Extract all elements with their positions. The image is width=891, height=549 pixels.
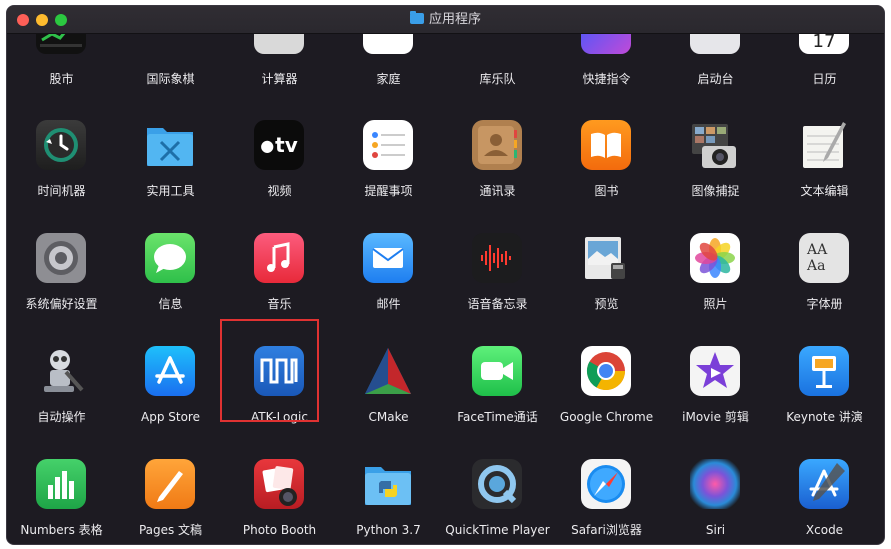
app-garageband[interactable]: 库乐队 (443, 12, 552, 134)
app-row: 时间机器 实用工具 ● tv 视频 提醒事项 通讯录 图书 图像捕捉 文本编辑 (7, 120, 884, 220)
automator-robot-icon (36, 346, 86, 396)
app-font-book[interactable]: AA Aa 字体册 (770, 233, 879, 333)
app-safari[interactable]: Safari浏览器 (552, 459, 661, 544)
title-bar: 应用程序 (7, 6, 884, 34)
app-python[interactable]: Python 3.7 (334, 459, 443, 544)
app-mail[interactable]: 邮件 (334, 233, 443, 333)
app-launchpad[interactable]: 启动台 (661, 10, 770, 134)
app-cmake[interactable]: CMake (334, 346, 443, 446)
atk-logic-icon (254, 346, 304, 396)
app-row: 股市 国际象棋 计算器 家庭 库乐队 快捷指令 启动台 17 日历 (7, 10, 884, 134)
safari-compass-icon (581, 459, 631, 509)
app-photo-booth[interactable]: Photo Booth (225, 459, 334, 544)
folder-icon (409, 11, 424, 24)
app-keynote[interactable]: Keynote 讲演 (770, 346, 879, 446)
app-label: 日历 (812, 72, 837, 86)
voice-memos-icon (472, 233, 522, 283)
app-row: Numbers 表格 Pages 文稿 Photo Booth Python 3… (7, 459, 884, 544)
app-textedit[interactable]: 文本编辑 (770, 120, 879, 220)
app-quicktime[interactable]: QuickTime Player (443, 459, 552, 544)
app-reminders[interactable]: 提醒事项 (334, 120, 443, 220)
system-preferences-gear-icon (36, 233, 86, 283)
contacts-icon (472, 120, 522, 170)
app-time-machine[interactable]: 时间机器 (7, 120, 116, 220)
font-book-text: AA Aa (807, 242, 828, 274)
finder-window: 应用程序 股市 国际象棋 计算器 家庭 库乐队 快捷指令 启动台 17 日历 时… (6, 5, 885, 545)
app-preview[interactable]: 预览 (552, 233, 661, 333)
python-folder-icon (363, 459, 413, 509)
numbers-icon (36, 459, 86, 509)
app-row: 自动操作 App Store ATK-Logic CMake FaceTime通… (7, 319, 884, 446)
time-machine-icon (36, 120, 86, 170)
imovie-icon (690, 346, 740, 396)
app-imovie[interactable]: iMovie 剪辑 (661, 346, 770, 446)
quicktime-icon (472, 459, 522, 509)
photo-booth-icon (254, 459, 304, 509)
cmake-icon (363, 346, 413, 396)
app-contacts[interactable]: 通讯录 (443, 120, 552, 220)
window-title-text: 应用程序 (428, 12, 481, 27)
facetime-icon (472, 346, 522, 396)
app-image-capture[interactable]: 图像捕捉 (661, 120, 770, 220)
messages-icon (145, 233, 195, 283)
app-automator[interactable]: 自动操作 (7, 346, 116, 446)
app-google-chrome[interactable]: Google Chrome (552, 346, 661, 446)
tv-icon: ● tv (254, 120, 304, 170)
tv-text: tv (275, 133, 298, 157)
app-chess[interactable]: 国际象棋 (116, 20, 225, 134)
app-calendar[interactable]: 17 日历 (770, 10, 879, 134)
app-voice-memos[interactable]: 语音备忘录 (443, 233, 552, 333)
siri-icon (690, 459, 740, 509)
books-icon (581, 120, 631, 170)
app-music[interactable]: 音乐 (225, 233, 334, 333)
app-facetime[interactable]: FaceTime通话 (443, 346, 552, 446)
app-shortcuts[interactable]: 快捷指令 (552, 10, 661, 134)
app-label: 字体册 (806, 297, 843, 311)
app-messages[interactable]: 信息 (116, 233, 225, 333)
app-photos[interactable]: 照片 (661, 233, 770, 333)
font-book-icon: AA Aa (799, 233, 849, 283)
photos-icon (690, 233, 740, 283)
app-atk-logic[interactable]: ATK-Logic (220, 319, 334, 446)
app-numbers[interactable]: Numbers 表格 (7, 459, 116, 544)
app-calculator[interactable]: 计算器 (225, 10, 334, 134)
app-label: Xcode (805, 523, 844, 537)
app-books[interactable]: 图书 (552, 120, 661, 220)
music-icon (254, 233, 304, 283)
apple-logo-icon: ● (260, 135, 275, 155)
utilities-folder-icon (145, 120, 195, 170)
app-siri[interactable]: Siri (661, 459, 770, 544)
textedit-icon (799, 120, 849, 170)
app-label: 文本编辑 (800, 184, 849, 198)
app-grid: 股市 国际象棋 计算器 家庭 库乐队 快捷指令 启动台 17 日历 时间机器 实… (7, 10, 884, 544)
preview-icon (581, 233, 631, 283)
app-utilities[interactable]: 实用工具 (116, 120, 225, 220)
keynote-icon (799, 346, 849, 396)
chrome-icon (581, 346, 631, 396)
reminders-icon (363, 120, 413, 170)
app-pages[interactable]: Pages 文稿 (116, 459, 225, 544)
app-xcode[interactable]: Xcode (770, 459, 879, 544)
app-stocks[interactable]: 股市 (7, 10, 116, 134)
app-app-store[interactable]: App Store (116, 346, 225, 446)
xcode-icon (799, 459, 849, 509)
app-tv[interactable]: ● tv 视频 (225, 120, 334, 220)
app-system-preferences[interactable]: 系统偏好设置 (7, 233, 116, 333)
window-title: 应用程序 (7, 11, 884, 28)
pages-icon (145, 459, 195, 509)
app-label: Keynote 讲演 (786, 410, 863, 424)
mail-icon (363, 233, 413, 283)
app-row: 系统偏好设置 信息 音乐 邮件 语音备忘录 预览 照片 AA Aa 字体册 (7, 233, 884, 333)
app-store-icon (145, 346, 195, 396)
app-home[interactable]: 家庭 (334, 10, 443, 134)
image-capture-icon (690, 120, 740, 170)
